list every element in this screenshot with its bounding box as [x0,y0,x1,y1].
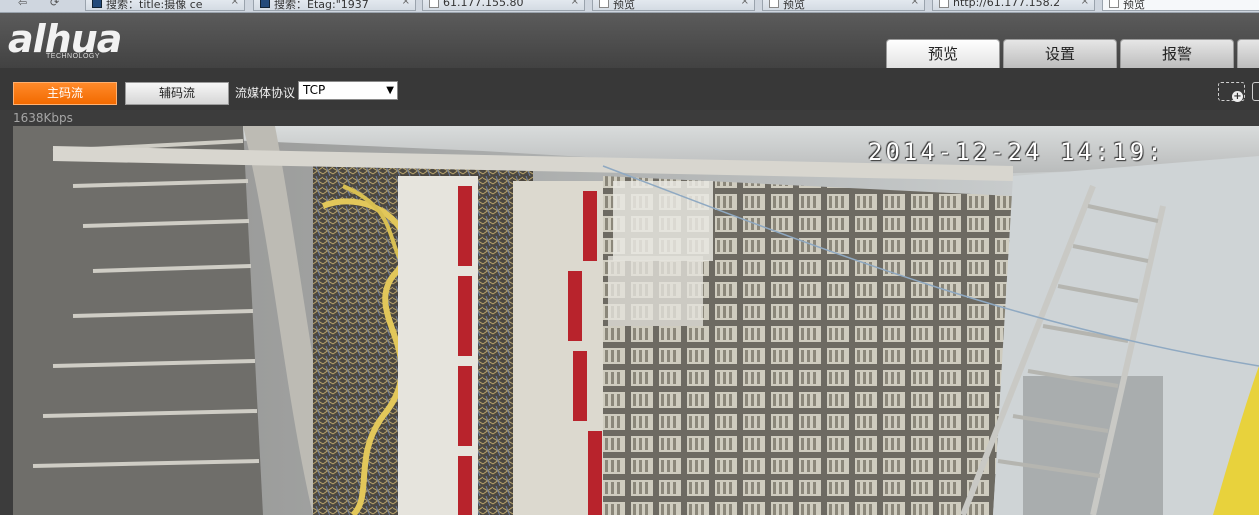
browser-tab[interactable]: 搜索：title:摄像 ce × [85,0,245,11]
chevron-down-icon: ▼ [386,85,394,96]
camera-frame-image [13,126,1259,515]
zoom-in-icon: + [1232,91,1243,102]
live-video-view[interactable] [13,126,1259,515]
bitrate-readout: 1638Kbps [13,111,73,125]
protocol-value: TCP [303,83,326,97]
tab-settings[interactable]: 设置 [1003,39,1117,68]
browser-tab[interactable]: http://61.177.158.2 × [932,0,1095,11]
reload-icon[interactable]: ⟳ [50,0,59,9]
close-icon[interactable]: × [741,0,749,7]
logo-subtitle: TECHNOLOGY [46,53,101,60]
close-icon[interactable]: × [231,0,239,7]
page-icon [939,0,949,8]
browser-tab[interactable]: 61.177.155.80 × [422,0,585,11]
tab-alarm[interactable]: 报警 [1120,39,1234,68]
snapshot-button[interactable] [1252,82,1259,101]
dark-favicon-icon [260,0,270,8]
page-icon [769,0,779,8]
page-icon [599,0,609,8]
preview-toolbar: 主码流 辅码流 流媒体协议 TCP ▼ + [0,68,1259,110]
close-icon[interactable]: × [1081,0,1089,7]
back-icon[interactable]: ⇦ [18,0,27,9]
close-icon[interactable]: × [571,0,579,7]
browser-tab[interactable]: 搜索：Etag:"1937 × [253,0,416,11]
browser-tab[interactable]: 预览 × [592,0,755,11]
main-stream-button[interactable]: 主码流 [13,82,117,105]
close-icon[interactable]: × [911,0,919,7]
browser-tab-active[interactable]: 预览 [1102,0,1259,11]
page-icon [1109,0,1119,8]
browser-tab-strip: ⇦ ⟳ 搜索：title:摄像 ce × 搜索：Etag:"1937 × 61.… [0,0,1259,13]
close-icon[interactable]: × [402,0,410,7]
protocol-select[interactable]: TCP ▼ [298,81,398,100]
tab-preview[interactable]: 预览 [886,39,1000,68]
sub-stream-button[interactable]: 辅码流 [125,82,229,105]
app-header: alhua TECHNOLOGY 预览 设置 报警 [0,13,1259,68]
page-icon [429,0,439,8]
protocol-label: 流媒体协议 [235,86,296,100]
osd-timestamp: 2014-12-24 14:19: [868,138,1165,166]
tab-overflow[interactable] [1237,39,1259,68]
browser-tab[interactable]: 预览 × [762,0,925,11]
digital-zoom-button[interactable]: + [1218,82,1245,102]
dark-favicon-icon [92,0,102,8]
